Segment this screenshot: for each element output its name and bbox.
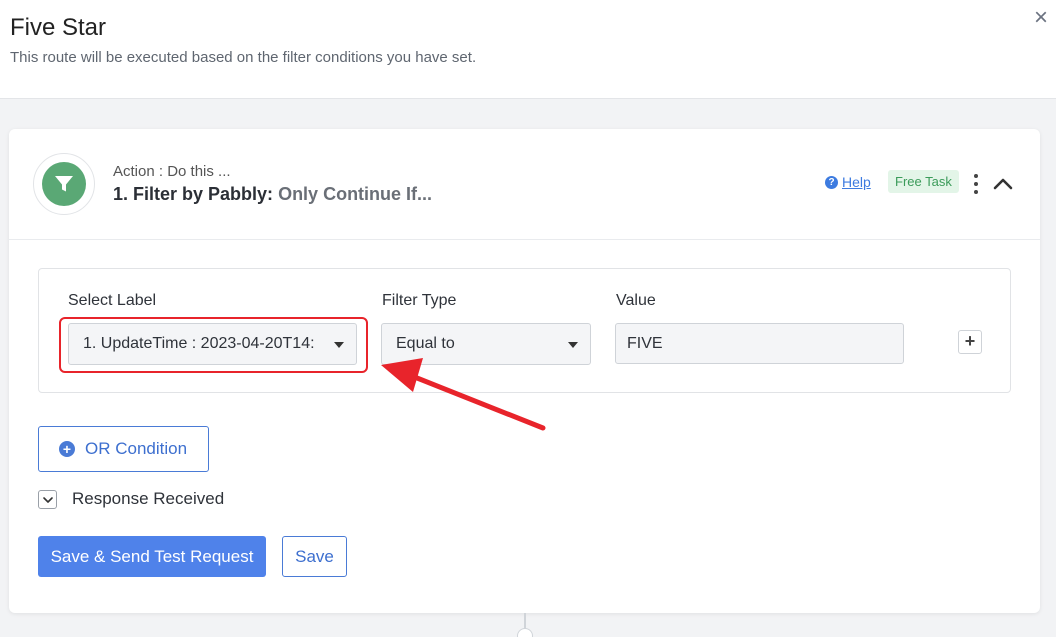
chevron-down-icon [42,496,53,503]
annotation-highlight-box [59,317,368,373]
save-send-test-button[interactable]: Save & Send Test Request [38,536,266,577]
or-condition-button[interactable]: + OR Condition [38,426,209,472]
more-options-icon[interactable] [971,174,981,194]
step-title-sub: Only Continue If... [278,184,433,204]
filter-type-value: Equal to [396,335,455,352]
modal-title: Five Star [10,14,107,41]
step-title-main: 1. Filter by Pabbly: [113,184,274,204]
modal-header: Five Star This route will be executed ba… [0,0,1056,99]
filter-type-heading: Filter Type [382,292,457,309]
dropdown-caret-icon [568,342,578,348]
step-kicker: Action : Do this ... [113,163,231,180]
app-icon-ring [33,153,95,215]
step-header[interactable]: Action : Do this ... 1. Filter by Pabbly… [9,129,1040,240]
response-received-label: Response Received [72,489,225,508]
filter-icon [42,162,86,206]
select-label-heading: Select Label [68,292,157,309]
modal-subtitle: This route will be executed based on the… [10,49,477,66]
help-label: Help [842,174,871,190]
add-condition-button[interactable]: + [958,330,982,354]
step-connector-dot [517,628,533,637]
collapse-chevron-icon[interactable] [992,175,1014,191]
value-heading: Value [616,292,656,309]
help-link[interactable]: ? Help [825,174,871,190]
filter-condition-row: Select Label Filter Type Value 1. Update… [38,268,1011,393]
step-title: 1. Filter by Pabbly: Only Continue If... [113,184,432,205]
or-condition-label: OR Condition [85,439,188,458]
help-icon: ? [825,175,838,189]
save-button[interactable]: Save [282,536,347,577]
close-button[interactable]: × [1030,6,1052,30]
filter-step-card: Action : Do this ... 1. Filter by Pabbly… [9,129,1040,613]
free-task-badge: Free Task [888,170,959,193]
filter-type-dropdown[interactable]: Equal to [381,323,591,365]
plus-circle-icon: + [59,441,75,457]
value-input[interactable]: FIVE [615,323,904,364]
response-received-toggle[interactable] [38,490,57,509]
